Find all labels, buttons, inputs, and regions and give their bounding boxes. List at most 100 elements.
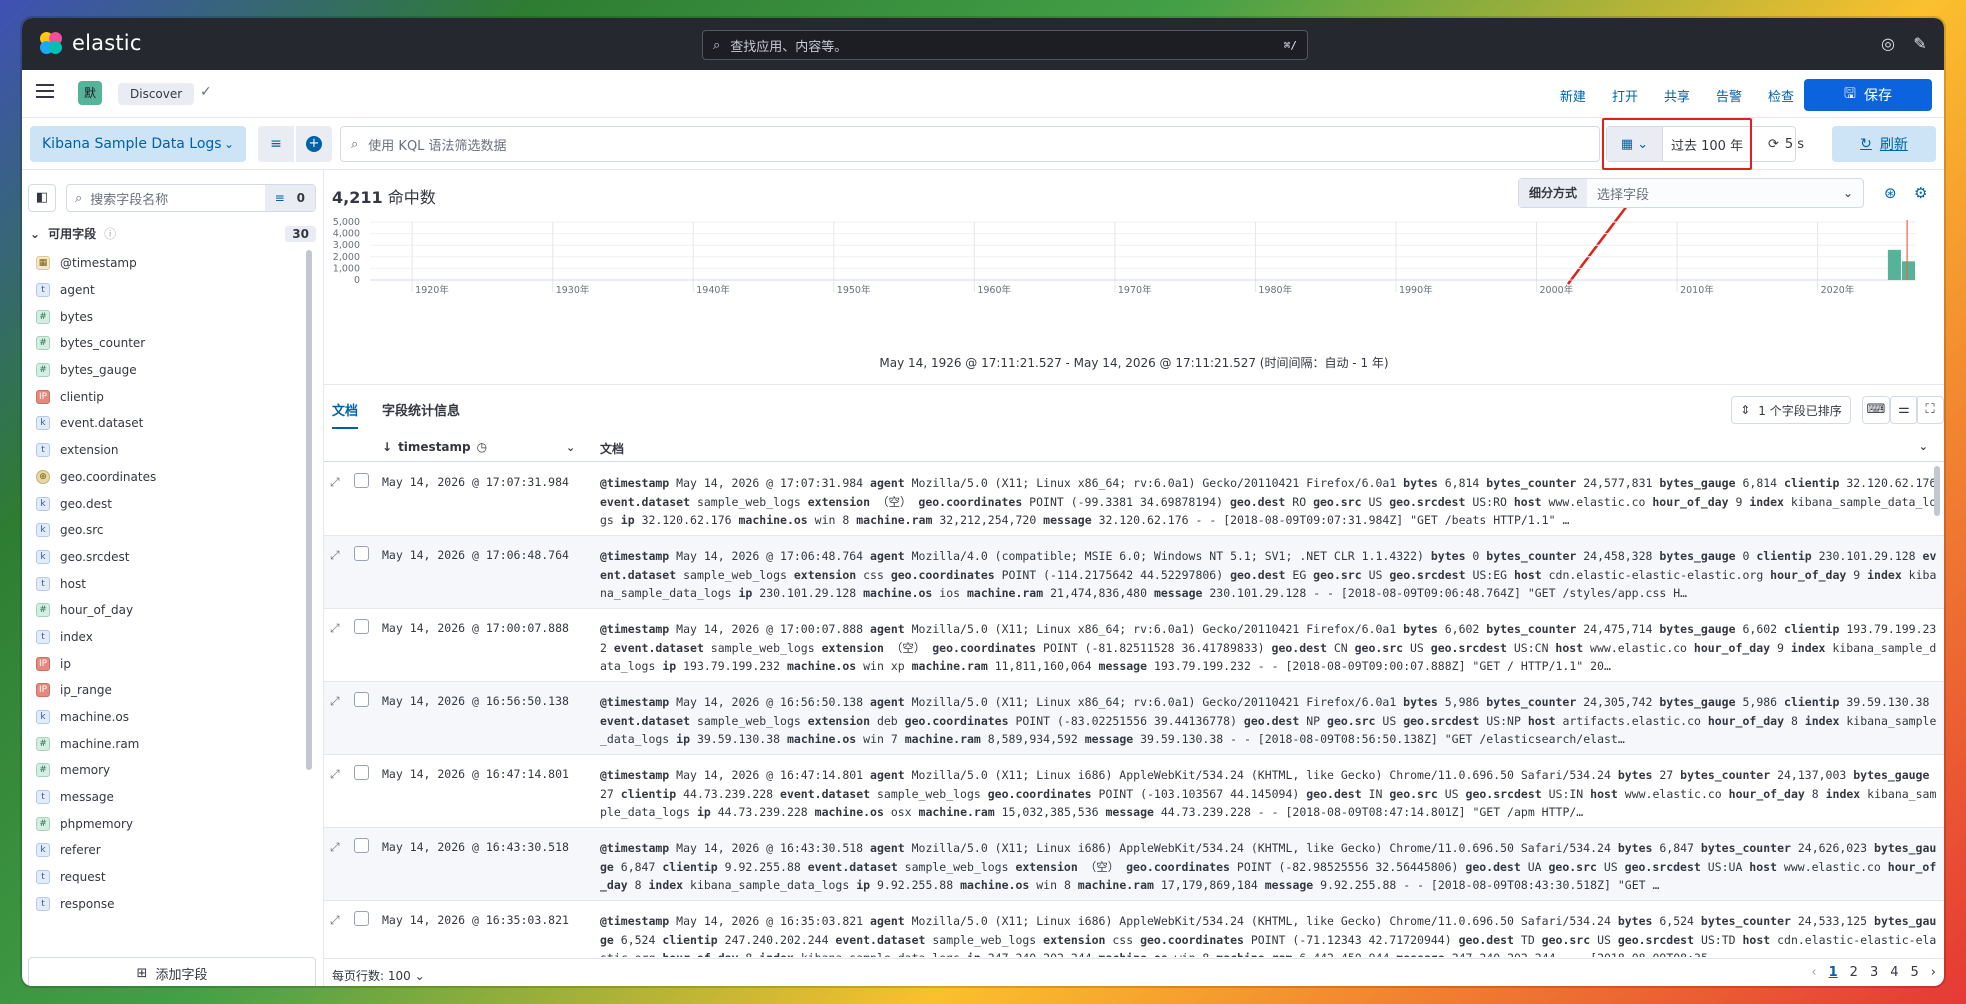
field-item-hour-of-day[interactable]: # hour_of_day	[30, 597, 310, 624]
page-5-button[interactable]: 5	[1911, 965, 1919, 980]
alerts-link[interactable]: 告警	[1716, 86, 1742, 105]
field-item-ip[interactable]: IP ip	[30, 650, 310, 677]
field-item-clientip[interactable]: IP clientip	[30, 383, 310, 410]
field-value: May 14, 2026 @ 17:07:31.984	[669, 476, 871, 490]
breakdown-field-select[interactable]: 细分方式 选择字段 ⌄	[1518, 178, 1864, 208]
table-row[interactable]: ⤢ May 14, 2026 @ 16:43:30.518 @timestamp M…	[324, 828, 1944, 901]
field-item-machine-ram[interactable]: # machine.ram	[30, 730, 310, 757]
save-button[interactable]: 🖫 保存	[1804, 79, 1932, 111]
expand-row-icon[interactable]: ⤢	[330, 621, 340, 636]
field-item-memory[interactable]: # memory	[30, 757, 310, 784]
field-item-event-dataset[interactable]: k event.dataset	[30, 410, 310, 437]
expand-row-icon[interactable]: ⤢	[330, 548, 340, 563]
row-checkbox[interactable]	[354, 473, 369, 488]
field-item-extension[interactable]: t extension	[30, 437, 310, 464]
expand-row-icon[interactable]: ⤢	[330, 913, 340, 928]
field-item-response[interactable]: t response	[30, 891, 310, 918]
table-row[interactable]: ⤢ May 14, 2026 @ 17:07:31.984 @timestamp M…	[324, 463, 1944, 536]
expand-row-icon[interactable]: ⤢	[330, 840, 340, 855]
field-item-message[interactable]: t message	[30, 784, 310, 811]
table-row[interactable]: ⤢ May 14, 2026 @ 16:56:50.138 @timestamp M…	[324, 682, 1944, 755]
column-header-timestamp[interactable]: ↓ timestamp ◷ ⌄	[382, 440, 575, 454]
expand-row-icon[interactable]: ⤢	[330, 767, 340, 782]
add-field-button[interactable]: ⊞ 添加字段	[28, 957, 316, 986]
row-checkbox[interactable]	[354, 546, 369, 561]
field-item-bytes-counter[interactable]: # bytes_counter	[30, 330, 310, 357]
field-item-agent[interactable]: t agent	[30, 277, 310, 304]
global-search-input[interactable]: ⌕ 查找应用、内容等。 ⌘/	[702, 30, 1308, 60]
chevron-down-icon[interactable]: ⌄	[1919, 440, 1928, 453]
ai-assistant-icon[interactable]: ✎	[1910, 34, 1930, 54]
collapse-sidebar-button[interactable]: ◧	[28, 184, 56, 212]
breadcrumb-discover[interactable]: Discover	[118, 83, 195, 105]
row-checkbox[interactable]	[354, 619, 369, 634]
field-item-geo-src[interactable]: k geo.src	[30, 517, 310, 544]
elastic-logo[interactable]: elastic	[38, 30, 142, 56]
page-3-button[interactable]: 3	[1870, 965, 1878, 980]
table-row[interactable]: ⤢ May 14, 2026 @ 17:00:07.888 @timestamp M…	[324, 609, 1944, 682]
table-row[interactable]: ⤢ May 14, 2026 @ 16:35:03.821 @timestamp M…	[324, 901, 1944, 957]
field-item-bytes[interactable]: # bytes	[30, 303, 310, 330]
field-item-request[interactable]: t request	[30, 864, 310, 891]
new-link[interactable]: 新建	[1560, 86, 1586, 105]
field-item-host[interactable]: t host	[30, 570, 310, 597]
page-1-button[interactable]: 1	[1829, 965, 1838, 980]
field-filter-button[interactable]: ≡ 0	[264, 185, 315, 211]
menu-icon[interactable]	[36, 84, 54, 98]
share-link[interactable]: 共享	[1664, 86, 1690, 105]
tab-field-statistics[interactable]: 字段统计信息	[382, 400, 460, 429]
fullscreen-icon[interactable]: ⛶	[1916, 396, 1944, 424]
sidebar-scrollbar[interactable]	[306, 250, 312, 770]
expand-row-icon[interactable]: ⤢	[330, 694, 340, 709]
field-type-num-icon: #	[36, 816, 50, 831]
tab-documents[interactable]: 文档	[332, 400, 359, 429]
next-page-icon[interactable]: ›	[1931, 965, 1936, 980]
open-link[interactable]: 打开	[1612, 86, 1638, 105]
previous-page-icon[interactable]: ‹	[1811, 965, 1816, 980]
field-item-geo-coordinates[interactable]: ⊕ geo.coordinates	[30, 464, 310, 491]
row-checkbox[interactable]	[354, 911, 369, 926]
expand-row-icon[interactable]: ⤢	[330, 475, 340, 490]
refresh-button[interactable]: ↻ 刷新	[1832, 126, 1936, 162]
gear-icon[interactable]: ⚙	[1914, 184, 1927, 202]
display-settings-icon[interactable]: ⚌	[1890, 396, 1918, 424]
field-item--timestamp[interactable]: ▦ @timestamp	[30, 250, 310, 277]
field-item-geo-dest[interactable]: k geo.dest	[30, 490, 310, 517]
field-value: 8	[1784, 713, 1805, 728]
field-item-geo-srcdest[interactable]: k geo.srcdest	[30, 544, 310, 571]
table-row[interactable]: ⤢ May 14, 2026 @ 16:47:14.801 @timestamp M…	[324, 755, 1944, 828]
page-4-button[interactable]: 4	[1890, 965, 1898, 980]
field-item-phpmemory[interactable]: # phpmemory	[30, 810, 310, 837]
column-header-document[interactable]: 文档	[600, 440, 624, 457]
field-item-referer[interactable]: k referer	[30, 837, 310, 864]
space-avatar[interactable]: 默	[78, 81, 102, 105]
add-filter-button[interactable]: +	[296, 126, 332, 162]
page-2-button[interactable]: 2	[1850, 965, 1858, 980]
keyboard-icon[interactable]: ⌨	[1862, 396, 1890, 424]
row-checkbox[interactable]	[354, 765, 369, 780]
field-item-ip-range[interactable]: IP ip_range	[30, 677, 310, 704]
table-row[interactable]: ⤢ May 14, 2026 @ 17:06:48.764 @timestamp M…	[324, 536, 1944, 609]
filter-menu-button[interactable]: ≡	[258, 126, 294, 162]
field-key: bytes	[1403, 622, 1438, 636]
kql-search-input[interactable]: ⌕ 使用 KQL 语法筛选数据	[340, 126, 1600, 162]
field-search-input[interactable]: ⌕ 搜索字段名称 ≡ 0	[66, 184, 316, 212]
help-icon[interactable]: ◎	[1878, 34, 1898, 54]
chevron-down-icon[interactable]: ⌄	[566, 441, 575, 454]
inspect-link[interactable]: 检查	[1768, 86, 1794, 105]
field-item-index[interactable]: t index	[30, 624, 310, 651]
available-fields-header[interactable]: ⌄ 可用字段 ⓘ 30	[30, 225, 316, 242]
field-item-machine-os[interactable]: k machine.os	[30, 704, 310, 731]
sort-fields-button[interactable]: ⇕ 1 个字段已排序	[1731, 396, 1851, 424]
field-key: machine.os	[814, 805, 884, 819]
chart-options-icon[interactable]: ⊛	[1884, 184, 1897, 202]
data-view-picker[interactable]: Kibana Sample Data Logs ⌄	[30, 126, 246, 162]
field-key: machine.ram	[1077, 878, 1154, 892]
field-item-bytes-gauge[interactable]: # bytes_gauge	[30, 357, 310, 384]
table-scrollbar[interactable]	[1934, 466, 1940, 516]
row-checkbox[interactable]	[354, 692, 369, 707]
rows-per-page-select[interactable]: 每页行数: 100 ⌄	[332, 967, 425, 984]
field-value: EG	[1285, 567, 1314, 582]
row-checkbox[interactable]	[354, 838, 369, 853]
auto-refresh-interval[interactable]: ⟳ 5 s	[1750, 126, 1822, 162]
